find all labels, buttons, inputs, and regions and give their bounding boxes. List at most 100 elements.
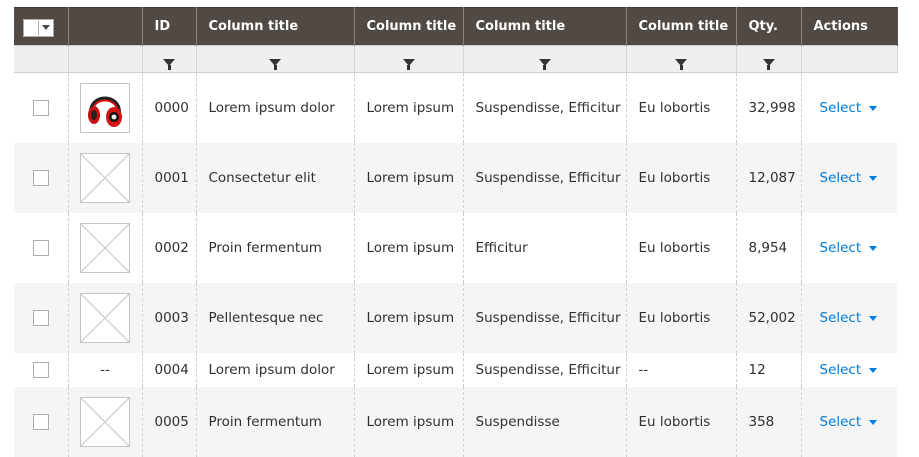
column-header-image — [68, 7, 143, 46]
mass-select-dropdown[interactable] — [39, 20, 53, 35]
row-col-4: Eu lobortis — [626, 143, 737, 213]
funnel-icon[interactable] — [675, 58, 687, 70]
row-id: 0004 — [142, 353, 197, 387]
row-checkbox[interactable] — [32, 362, 49, 378]
row-col-3: Suspendisse, Efficitur — [463, 283, 627, 353]
column-header-qty[interactable]: Qty. — [736, 7, 802, 46]
grid-header-row: ID Column title Column title Column titl… — [14, 7, 898, 46]
column-header-1[interactable]: Column title — [196, 7, 355, 46]
select-label: Select — [819, 240, 862, 256]
select-label: Select — [819, 310, 862, 326]
row-actions: Select — [801, 213, 897, 283]
column-header-3[interactable]: Column title — [463, 7, 627, 46]
chevron-down-icon — [42, 25, 50, 30]
mass-select-checkbox[interactable] — [24, 20, 39, 35]
caret-down-icon — [869, 420, 878, 425]
row-checkbox[interactable] — [32, 100, 49, 116]
row-id: 0005 — [142, 387, 197, 457]
row-select-cell — [14, 213, 69, 283]
table-row: 0000 Lorem ipsum dolor Lorem ipsum Suspe… — [14, 72, 897, 144]
caret-down-icon — [869, 246, 878, 251]
select-action-link[interactable]: Select — [820, 100, 878, 116]
select-action-link[interactable]: Select — [820, 362, 878, 378]
row-col-1: Lorem ipsum dolor — [196, 353, 355, 387]
row-image-cell — [68, 283, 143, 353]
filter-col-4[interactable] — [626, 45, 737, 73]
row-checkbox[interactable] — [32, 240, 49, 256]
table-row: -- 0004 Lorem ipsum dolor Lorem ipsum Su… — [14, 353, 897, 387]
headphones-icon — [88, 96, 122, 127]
row-checkbox[interactable] — [32, 170, 49, 186]
caret-down-icon — [869, 368, 878, 373]
row-qty: 12 — [736, 353, 802, 387]
select-label: Select — [819, 362, 862, 378]
row-id: 0003 — [142, 283, 197, 353]
filter-cell-empty — [14, 45, 69, 73]
row-qty: 358 — [736, 387, 802, 457]
table-row: 0003 Pellentesque nec Lorem ipsum Suspen… — [14, 283, 897, 353]
caret-down-icon — [869, 176, 878, 181]
column-header-actions: Actions — [801, 7, 898, 46]
row-id: 0002 — [142, 213, 197, 283]
row-col-1: Pellentesque nec — [196, 283, 355, 353]
image-placeholder-icon[interactable] — [80, 397, 130, 447]
row-select-cell — [14, 72, 69, 143]
row-select-cell — [14, 283, 69, 353]
row-col-4: -- — [626, 353, 737, 387]
image-placeholder-icon[interactable] — [80, 293, 130, 343]
row-actions: Select — [801, 387, 897, 457]
row-id: 0001 — [142, 143, 197, 213]
filter-id[interactable] — [142, 45, 197, 73]
funnel-icon[interactable] — [163, 58, 175, 70]
image-placeholder-icon[interactable] — [80, 153, 130, 203]
select-label: Select — [819, 100, 862, 116]
row-col-4: Eu lobortis — [626, 213, 737, 283]
row-actions: Select — [801, 143, 897, 213]
mass-select-control[interactable] — [23, 18, 54, 37]
filter-col-3[interactable] — [463, 45, 627, 73]
table-row: 0005 Proin fermentum Lorem ipsum Suspend… — [14, 387, 897, 457]
filter-cell-empty — [68, 45, 143, 73]
table-row: 0002 Proin fermentum Lorem ipsum Efficit… — [14, 213, 897, 283]
image-placeholder-icon[interactable] — [80, 223, 130, 273]
column-header-4[interactable]: Column title — [626, 7, 737, 46]
select-label: Select — [819, 414, 862, 430]
filter-col-2[interactable] — [354, 45, 464, 73]
select-action-link[interactable]: Select — [820, 310, 878, 326]
row-id: 0000 — [142, 72, 197, 143]
row-col-2: Lorem ipsum — [354, 353, 464, 387]
funnel-icon[interactable] — [402, 58, 415, 70]
select-label: Select — [819, 170, 862, 186]
row-col-3: Suspendisse, Efficitur — [463, 353, 627, 387]
row-checkbox[interactable] — [32, 414, 49, 430]
funnel-icon[interactable] — [762, 58, 775, 70]
caret-down-icon — [869, 106, 878, 111]
row-col-1: Consectetur elit — [196, 143, 355, 213]
row-col-2: Lorem ipsum — [354, 387, 464, 457]
row-checkbox[interactable] — [32, 310, 49, 326]
product-thumbnail-headphones[interactable] — [80, 83, 130, 133]
mass-select-header[interactable] — [14, 7, 69, 46]
filter-qty[interactable] — [736, 45, 802, 73]
filter-col-1[interactable] — [196, 45, 355, 73]
select-action-link[interactable]: Select — [820, 414, 878, 430]
column-header-id[interactable]: ID — [142, 7, 197, 46]
row-col-2: Lorem ipsum — [354, 143, 464, 213]
row-actions: Select — [801, 73, 897, 144]
row-select-cell — [14, 353, 69, 387]
funnel-icon[interactable] — [538, 58, 551, 70]
funnel-icon[interactable] — [269, 58, 281, 70]
column-header-2[interactable]: Column title — [354, 7, 464, 46]
row-image-cell: -- — [68, 353, 143, 387]
row-col-4: Eu lobortis — [626, 72, 737, 143]
row-qty: 12,087 — [736, 143, 802, 213]
row-col-3: Suspendisse, Efficitur — [463, 72, 627, 143]
row-col-2: Lorem ipsum — [354, 72, 464, 143]
row-image-cell — [68, 387, 143, 457]
row-select-cell — [14, 143, 69, 213]
filter-cell-empty — [801, 45, 898, 73]
row-col-1: Proin fermentum — [196, 387, 355, 457]
select-action-link[interactable]: Select — [820, 170, 878, 186]
row-qty: 52,002 — [736, 283, 802, 353]
select-action-link[interactable]: Select — [820, 240, 878, 256]
